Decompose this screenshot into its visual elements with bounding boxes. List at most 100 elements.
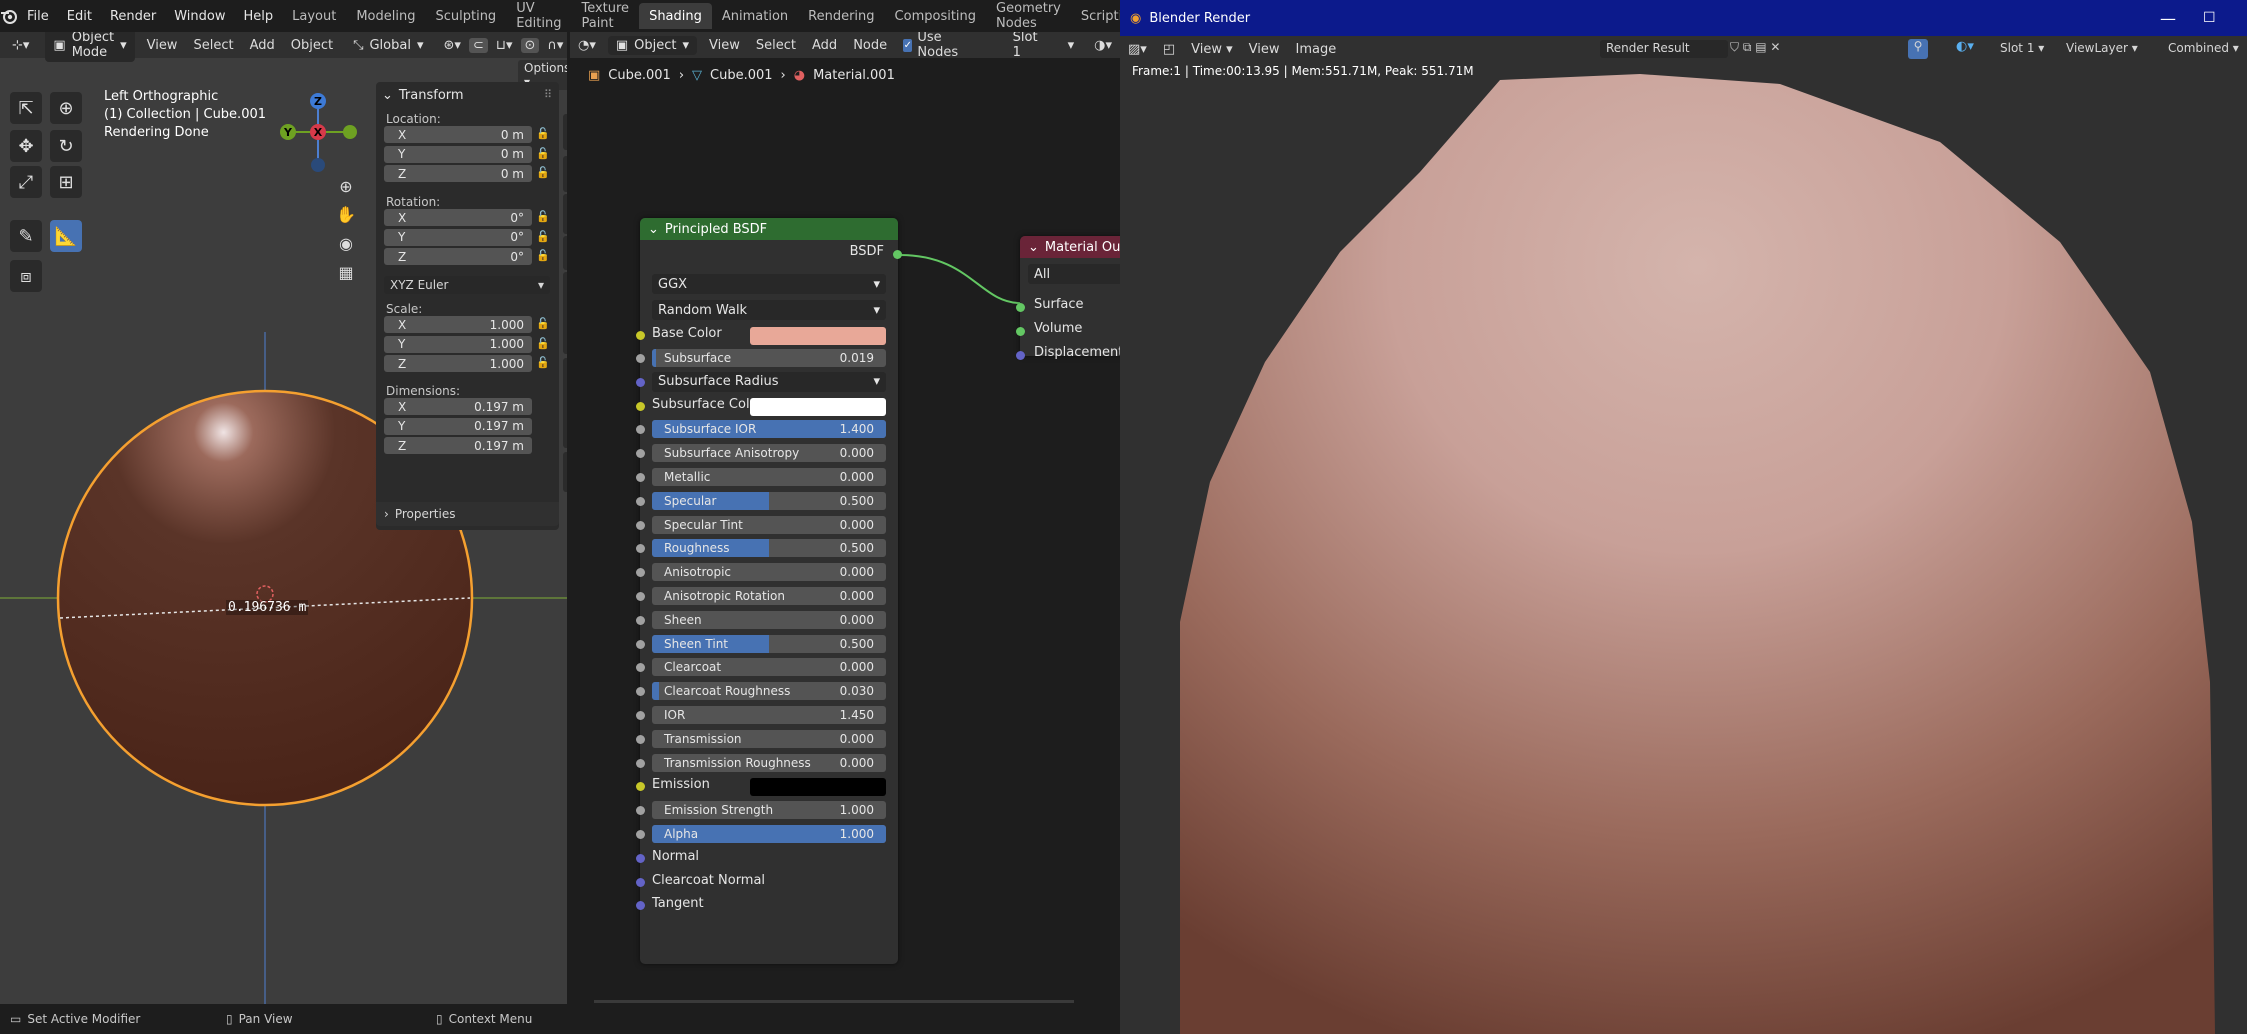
emission-strength-field[interactable]: Emission Strength 1.000 [652, 801, 886, 820]
sheen-socket[interactable] [636, 615, 645, 625]
bsdf-output-socket[interactable] [893, 250, 902, 259]
subsurface-anisotropy-field[interactable]: Subsurface Anisotropy 0.000 [652, 444, 886, 463]
subsurface-ior-socket[interactable] [636, 425, 645, 435]
metallic-field[interactable]: Metallic 0.000 [652, 468, 886, 486]
scale-y-field[interactable]: Y 1.000 [384, 335, 532, 353]
view-mode-icon[interactable]: ◰ [1155, 42, 1183, 57]
folder-icon[interactable]: ▤ [1755, 40, 1766, 54]
anisotropic-field[interactable]: Anisotropic 0.000 [652, 563, 886, 582]
image-name-field[interactable]: Render Result [1600, 40, 1728, 58]
view-layer-dropdown[interactable]: ViewLayer ▾ [2066, 41, 2138, 55]
lock-icon[interactable]: 🔓 [536, 337, 550, 351]
horizontal-scrollbar[interactable] [594, 1000, 1074, 1003]
clearcoat-normal-socket[interactable] [636, 877, 645, 887]
emission-socket[interactable] [636, 782, 645, 792]
clearcoat-socket[interactable] [636, 663, 645, 673]
tab-geometry-nodes[interactable]: Geometry Nodes [986, 1, 1071, 31]
subsurface-method-dropdown[interactable]: Random Walk ▾ [652, 300, 886, 320]
tab-layout[interactable]: Layout [282, 3, 346, 29]
subsurface-ior-field[interactable]: Subsurface IOR 1.400 [652, 420, 886, 439]
render-slot-dropdown[interactable]: Slot 1 ▾ [2000, 41, 2044, 55]
output-target-dropdown[interactable]: All [1028, 264, 1120, 284]
specular-field[interactable]: Specular 0.500 [652, 491, 886, 510]
menu-view-mode[interactable]: View ▾ [1183, 42, 1241, 57]
side-tab-screencast-keys[interactable]: Screencast Keys [563, 358, 567, 448]
specular-tint-field[interactable]: Specular Tint 0.000 [652, 515, 886, 534]
base-color-swatch[interactable] [750, 327, 886, 345]
rotation-y-field[interactable]: Y 0° [384, 228, 532, 246]
clearcoat-roughness-socket[interactable] [636, 687, 645, 697]
lock-icon[interactable]: 🔓 [536, 317, 550, 331]
transmission-roughness-socket[interactable] [636, 758, 645, 768]
clearcoat-field[interactable]: Clearcoat 0.000 [652, 658, 886, 677]
transform-header[interactable]: ⌄ Transform [382, 88, 464, 103]
location-y-field[interactable]: Y 0 m [384, 145, 532, 163]
properties-section[interactable]: › Properties [376, 502, 559, 526]
tab-shading[interactable]: Shading [639, 3, 712, 29]
distribution-dropdown[interactable]: GGX ▾ [652, 274, 886, 294]
scale-z-field[interactable]: Z 1.000 [384, 355, 532, 372]
side-tab-tool[interactable]: Tool [563, 156, 567, 192]
tab-rendering[interactable]: Rendering [798, 3, 884, 29]
transmission-socket[interactable] [636, 734, 645, 744]
menu-view[interactable]: View [1241, 42, 1288, 57]
side-tab-view[interactable]: View [563, 194, 567, 234]
ior-field[interactable]: IOR 1.450 [652, 706, 886, 724]
anisotropic-rotation-socket[interactable] [636, 592, 645, 601]
bsdf-node-header[interactable]: ⌄ Principled BSDF [640, 218, 898, 240]
tangent-socket[interactable] [636, 901, 645, 911]
alpha-socket[interactable] [636, 830, 645, 839]
rotation-z-field[interactable]: Z 0° [384, 248, 532, 265]
shield-icon[interactable]: ⛉ [1730, 40, 1739, 54]
menu-image[interactable]: Image [1288, 42, 1345, 57]
lock-icon[interactable]: 🔓 [536, 147, 550, 161]
dimensions-y-field[interactable]: Y 0.197 m [384, 417, 532, 435]
transmission-roughness-field[interactable]: Transmission Roughness 0.000 [652, 753, 886, 772]
transmission-field[interactable]: Transmission 0.000 [652, 729, 886, 748]
metallic-socket[interactable] [636, 473, 645, 482]
tab-uv-editing[interactable]: UV Editing [506, 1, 571, 31]
sheen-field[interactable]: Sheen 0.000 [652, 610, 886, 629]
tab-texture-paint[interactable]: Texture Paint [571, 1, 639, 31]
pin-icon[interactable]: ⚲ [1908, 39, 1928, 59]
side-tab-item[interactable]: Item [563, 114, 567, 150]
render-pass-dropdown[interactable]: Combined ▾ [2168, 41, 2239, 55]
drag-handle-icon[interactable]: ⠿ [544, 88, 552, 101]
lock-icon[interactable]: 🔓 [536, 249, 550, 263]
lock-icon[interactable]: 🔓 [536, 230, 550, 244]
menu-help[interactable]: Help [235, 0, 283, 32]
material-output-header[interactable]: ⌄ Material Out [1020, 236, 1120, 258]
display-channel-icon[interactable]: ◐▾ [1956, 39, 1974, 54]
subsurface-socket[interactable] [636, 354, 645, 363]
scale-x-field[interactable]: X 1.000 [384, 316, 532, 333]
menu-edit[interactable]: Edit [58, 0, 101, 32]
dimensions-z-field[interactable]: Z 0.197 m [384, 437, 532, 454]
location-x-field[interactable]: X 0 m [384, 126, 532, 143]
shader-node-editor[interactable]: ◔▾ ▣ Object ▾ View Select Add Node ✓ Use No… [570, 32, 1120, 1004]
side-tab-create[interactable]: Create [563, 452, 567, 492]
emission-color-swatch[interactable] [750, 778, 886, 797]
minimize-icon[interactable]: — [2160, 9, 2176, 28]
subsurface-radius-socket[interactable] [636, 377, 645, 387]
maximize-icon[interactable]: ☐ [2203, 10, 2216, 26]
lock-icon[interactable]: 🔓 [536, 210, 550, 224]
editor-type-icon[interactable]: ▨▾ [1120, 42, 1155, 57]
base-color-socket[interactable] [636, 331, 645, 340]
lock-icon[interactable]: 🔓 [536, 127, 550, 141]
principled-bsdf-node[interactable]: ⌄ Principled BSDF BSDF GGX ▾ Random Walk ▾ Bas… [636, 218, 902, 964]
blender-logo-icon[interactable] [0, 0, 18, 32]
tab-sculpting[interactable]: Sculpting [425, 3, 506, 29]
roughness-socket[interactable] [636, 544, 645, 554]
location-z-field[interactable]: Z 0 m [384, 165, 532, 182]
menu-render[interactable]: Render [101, 0, 165, 32]
ior-socket[interactable] [636, 711, 645, 720]
copy-icon[interactable]: ⧉ [1743, 40, 1752, 54]
3d-viewport[interactable]: ⊹▾ ▣ Object Mode ▾ View Select Add Object … [0, 32, 567, 1004]
sheen-tint-socket[interactable] [636, 639, 645, 649]
material-output-node[interactable]: ⌄ Material Out All Surface Volume Displac… [1016, 236, 1120, 360]
alpha-field[interactable]: Alpha 1.000 [652, 825, 886, 843]
specular-socket[interactable] [636, 496, 645, 506]
surface-socket[interactable] [1016, 303, 1025, 312]
displacement-socket[interactable] [1016, 351, 1025, 360]
subsurface-color-socket[interactable] [636, 401, 645, 411]
